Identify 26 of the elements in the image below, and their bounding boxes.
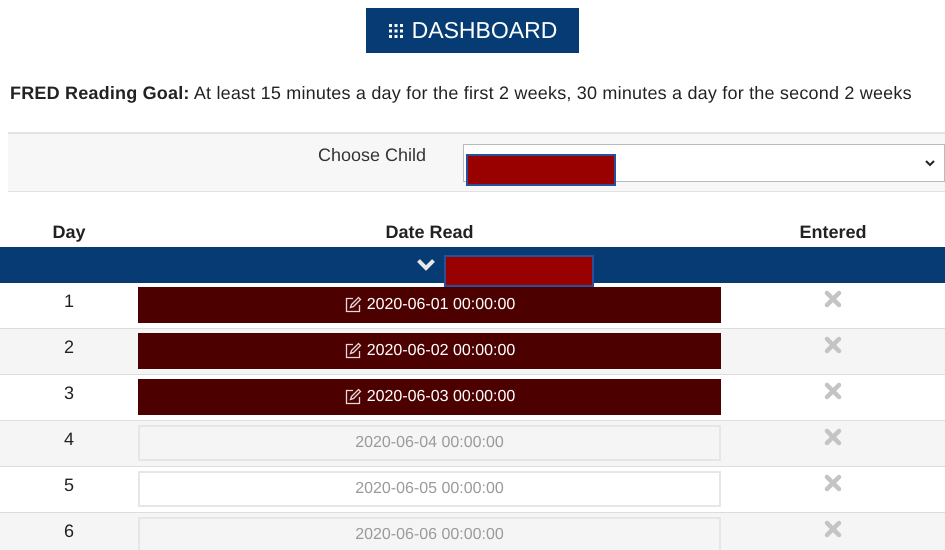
close-icon <box>823 381 843 401</box>
day-cell-text: 4 <box>62 428 75 451</box>
day-cell-text: 6 <box>62 520 75 543</box>
date-button[interactable]: 2020-06-02 00:00:00 <box>138 333 721 369</box>
day-cell-text: 3 <box>62 382 75 405</box>
edit-icon <box>344 296 362 314</box>
chevron-down-icon <box>416 258 436 272</box>
reading-goal: FRED Reading Goal: At least 15 minutes a day for the first 2 weeks, 30 minutes a day for the second 2 weeks <box>9 82 913 105</box>
close-icon <box>823 519 843 539</box>
date-button[interactable]: 2020-06-01 00:00:00 <box>138 287 721 323</box>
column-header: Day <box>51 220 87 244</box>
column-header: Date Read <box>384 220 475 244</box>
day-cell-text: 5 <box>62 474 75 497</box>
edit-icon <box>344 388 362 406</box>
choose-child-label: Choose Child <box>318 144 428 167</box>
close-icon <box>823 335 843 355</box>
grid-icon <box>388 22 404 38</box>
column-header: Entered <box>798 220 868 244</box>
date-button[interactable]: 2020-06-03 00:00:00 <box>138 379 721 415</box>
day-cell-text: 1 <box>62 290 75 313</box>
day-cell-text: 2 <box>62 336 75 359</box>
close-icon <box>823 289 843 309</box>
dashboard-button[interactable]: DASHBOARD <box>366 8 580 53</box>
close-icon <box>823 473 843 493</box>
edit-icon <box>344 342 362 360</box>
close-icon <box>823 427 843 447</box>
